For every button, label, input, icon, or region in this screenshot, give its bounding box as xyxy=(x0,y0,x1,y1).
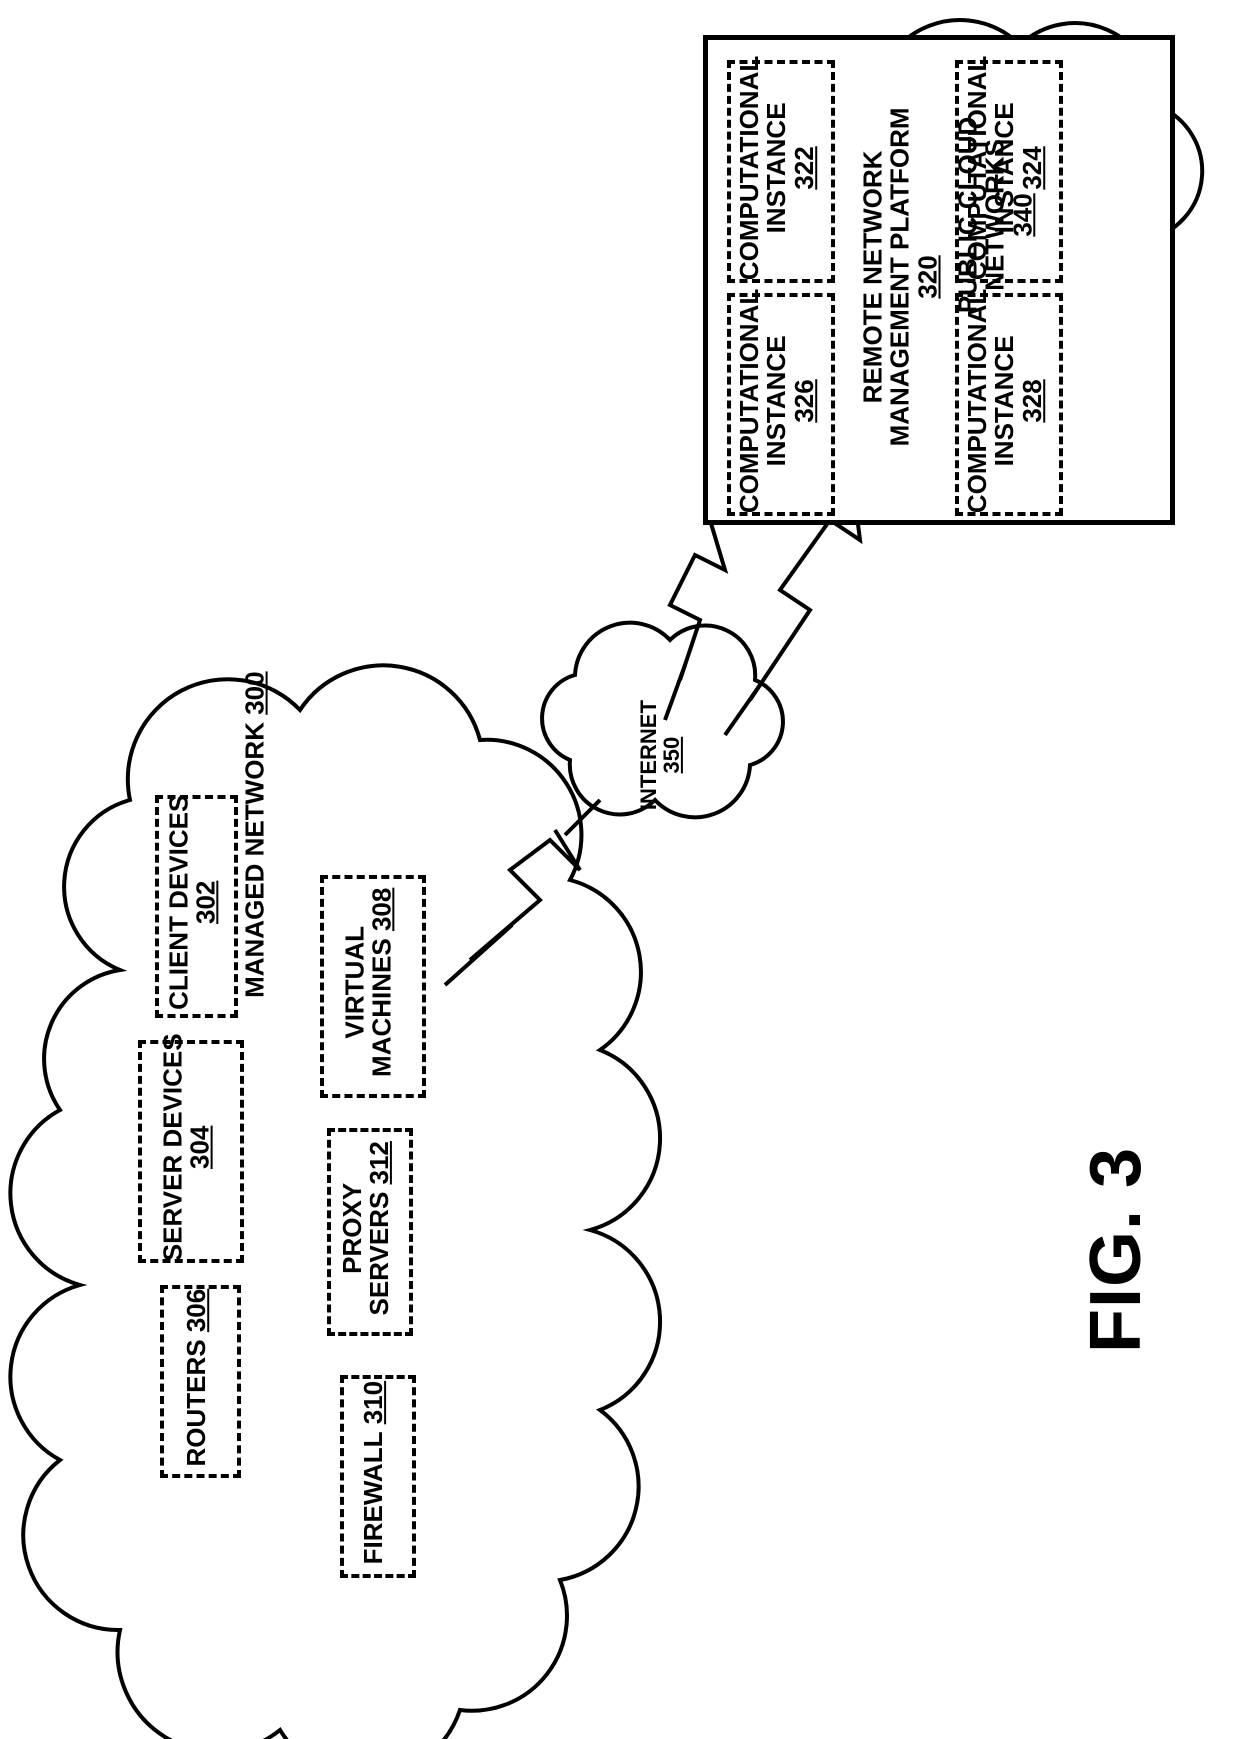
ci-326-label: COMPUTATIONAL INSTANCE 326 xyxy=(736,288,818,512)
managed-network-cloud xyxy=(46,647,561,1621)
client-devices-label: CLIENT DEVICES302 xyxy=(165,795,220,1010)
ci-322-label: COMPUTATIONAL INSTANCE 322 xyxy=(736,55,818,279)
server-devices-label: SERVER DEVICES304 xyxy=(160,1034,215,1262)
link-firewall-internet xyxy=(470,830,580,960)
public-cloud-label: PUBLIC CLOUD NETWORKS 340 xyxy=(954,117,1036,313)
firewall-label: FIREWALL 310 xyxy=(360,1381,387,1565)
internet-label: INTERNET 350 xyxy=(637,700,683,810)
figure-label: FIG. 3 xyxy=(1075,1147,1157,1353)
virtual-machines-label: VIRTUAL MACHINES 308 xyxy=(342,888,397,1077)
routers-label: ROUTERS 306 xyxy=(183,1289,210,1467)
proxy-servers-label: PROXYSERVERS 312 xyxy=(339,1141,394,1315)
link-internet-platform xyxy=(670,520,725,680)
figure-canvas: FIG. 3 REMOTE NETWORK MANAGEMENT PLATFOR… xyxy=(0,0,1240,1739)
managed-network-title: MANAGED NETWORK 300 xyxy=(241,672,268,999)
